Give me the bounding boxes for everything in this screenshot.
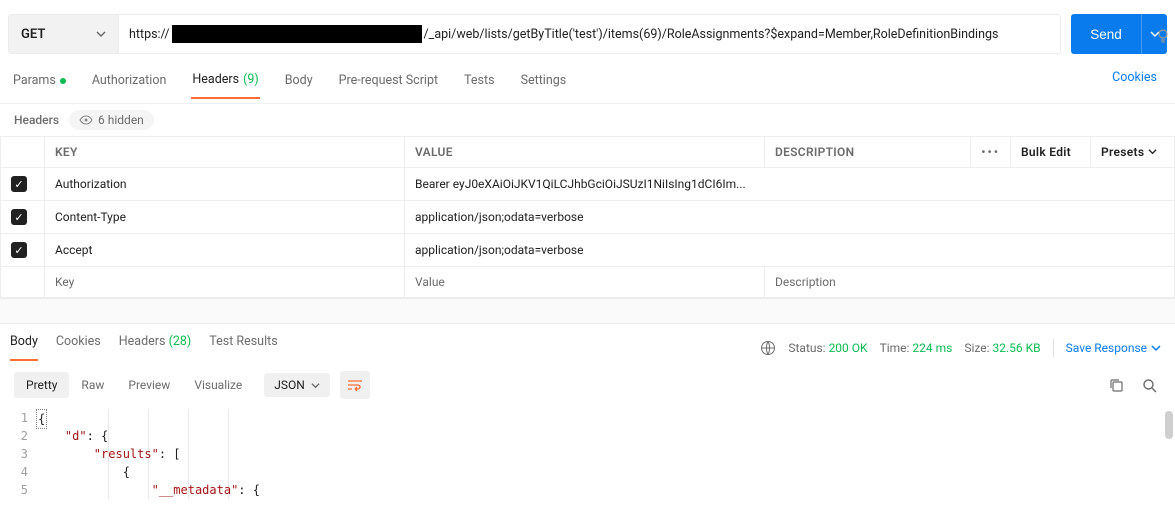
header-key-placeholder[interactable]: Key <box>45 267 405 298</box>
tab-prerequest[interactable]: Pre-request Script <box>338 73 439 98</box>
header-key[interactable]: Content-Type <box>45 201 405 234</box>
lightbulb-icon[interactable] <box>1155 28 1171 44</box>
headers-label: Headers <box>14 113 59 127</box>
url-redacted <box>172 25 422 43</box>
header-col-key: KEY <box>45 137 405 168</box>
presets-button[interactable]: Presets <box>1091 137 1175 168</box>
chevron-down-icon <box>1151 343 1161 353</box>
cookies-link[interactable]: Cookies <box>1112 70 1157 85</box>
status-label: Status: 200 OK <box>788 341 867 355</box>
tab-headers[interactable]: Headers (9) <box>191 72 259 99</box>
eye-icon <box>79 115 93 125</box>
header-value[interactable]: application/json;odata=verbose <box>405 234 1175 267</box>
code-line: { <box>36 409 1175 427</box>
tab-params[interactable]: Params <box>12 73 67 98</box>
chevron-down-icon <box>96 29 106 39</box>
tab-body[interactable]: Body <box>284 73 314 98</box>
send-button[interactable]: Send <box>1071 14 1141 54</box>
checkbox-icon[interactable]: ✓ <box>11 242 27 258</box>
checkbox-icon[interactable]: ✓ <box>11 209 27 225</box>
more-icon: ••• <box>981 145 1000 159</box>
header-col-value: VALUE <box>405 137 765 168</box>
header-desc-placeholder[interactable]: Description <box>765 267 1175 298</box>
checkbox-icon[interactable]: ✓ <box>11 176 27 192</box>
header-col-desc: DESCRIPTION <box>765 137 971 168</box>
method-value: GET <box>21 27 45 42</box>
header-value[interactable]: application/json;odata=verbose <box>405 201 1175 234</box>
resp-tab-body[interactable]: Body <box>10 334 38 361</box>
line-gutter: 12345 <box>6 409 36 499</box>
method-select[interactable]: GET <box>8 14 118 54</box>
code-line: "d": { <box>36 427 1175 445</box>
tab-settings[interactable]: Settings <box>520 73 568 98</box>
table-row[interactable]: ✓ Content-Type application/json;odata=ve… <box>1 201 1175 234</box>
header-value[interactable]: Bearer eyJ0eXAiOiJKV1QiLCJhbGciOiJSUzI1N… <box>405 168 1175 201</box>
table-row-empty[interactable]: Key Value Description <box>1 267 1175 298</box>
code-line: { <box>36 463 1175 481</box>
view-preview[interactable]: Preview <box>116 372 182 398</box>
wrap-icon <box>347 379 363 391</box>
table-row[interactable]: ✓ Authorization Bearer eyJ0eXAiOiJKV1QiL… <box>1 168 1175 201</box>
view-pretty[interactable]: Pretty <box>14 372 69 398</box>
search-icon[interactable] <box>1142 378 1157 393</box>
resp-tab-headers[interactable]: Headers (28) <box>119 334 192 361</box>
hidden-headers-toggle[interactable]: 6 hidden <box>69 110 154 130</box>
response-body[interactable]: 12345 { "d": { "results": [ { "__metadat… <box>0 409 1175 499</box>
network-icon[interactable] <box>760 340 776 356</box>
size-label: Size: 32.56 KB <box>964 341 1040 355</box>
url-suffix: /_api/web/lists/getByTitle('test')/items… <box>424 27 999 42</box>
bulk-edit-button[interactable]: Bulk Edit <box>1011 137 1091 168</box>
header-col-check <box>1 137 45 168</box>
resp-tab-cookies[interactable]: Cookies <box>56 334 101 361</box>
header-key[interactable]: Accept <box>45 234 405 267</box>
tab-tests[interactable]: Tests <box>463 73 495 98</box>
view-raw[interactable]: Raw <box>69 372 116 398</box>
time-label: Time: 224 ms <box>880 341 953 355</box>
request-tabs: Params Authorization Headers (9) Body Pr… <box>0 68 1175 104</box>
code-line: "__metadata": { <box>36 481 1175 499</box>
table-row[interactable]: ✓ Accept application/json;odata=verbose <box>1 234 1175 267</box>
tab-authorization[interactable]: Authorization <box>91 73 168 98</box>
pane-separator[interactable] <box>0 298 1175 324</box>
resp-tab-tests[interactable]: Test Results <box>209 334 277 361</box>
header-key[interactable]: Authorization <box>45 168 405 201</box>
header-value-placeholder[interactable]: Value <box>405 267 765 298</box>
scrollbar-thumb[interactable] <box>1165 411 1173 439</box>
headers-table: KEY VALUE DESCRIPTION ••• Bulk Edit Pres… <box>0 136 1175 298</box>
url-prefix: https:// <box>129 27 170 42</box>
header-col-more[interactable]: ••• <box>971 137 1011 168</box>
wrap-lines-button[interactable] <box>340 371 370 399</box>
code-line: "results": [ <box>36 445 1175 463</box>
url-input[interactable]: https:// /_api/web/lists/getByTitle('tes… <box>118 14 1061 54</box>
params-indicator-icon <box>60 78 66 84</box>
save-response-button[interactable]: Save Response <box>1053 339 1161 357</box>
response-tabs: Body Cookies Headers (28) Test Results <box>10 334 278 361</box>
format-select[interactable]: JSON <box>264 373 330 397</box>
copy-icon[interactable] <box>1109 378 1124 393</box>
chevron-down-icon <box>311 381 320 390</box>
view-visualize[interactable]: Visualize <box>182 372 254 398</box>
